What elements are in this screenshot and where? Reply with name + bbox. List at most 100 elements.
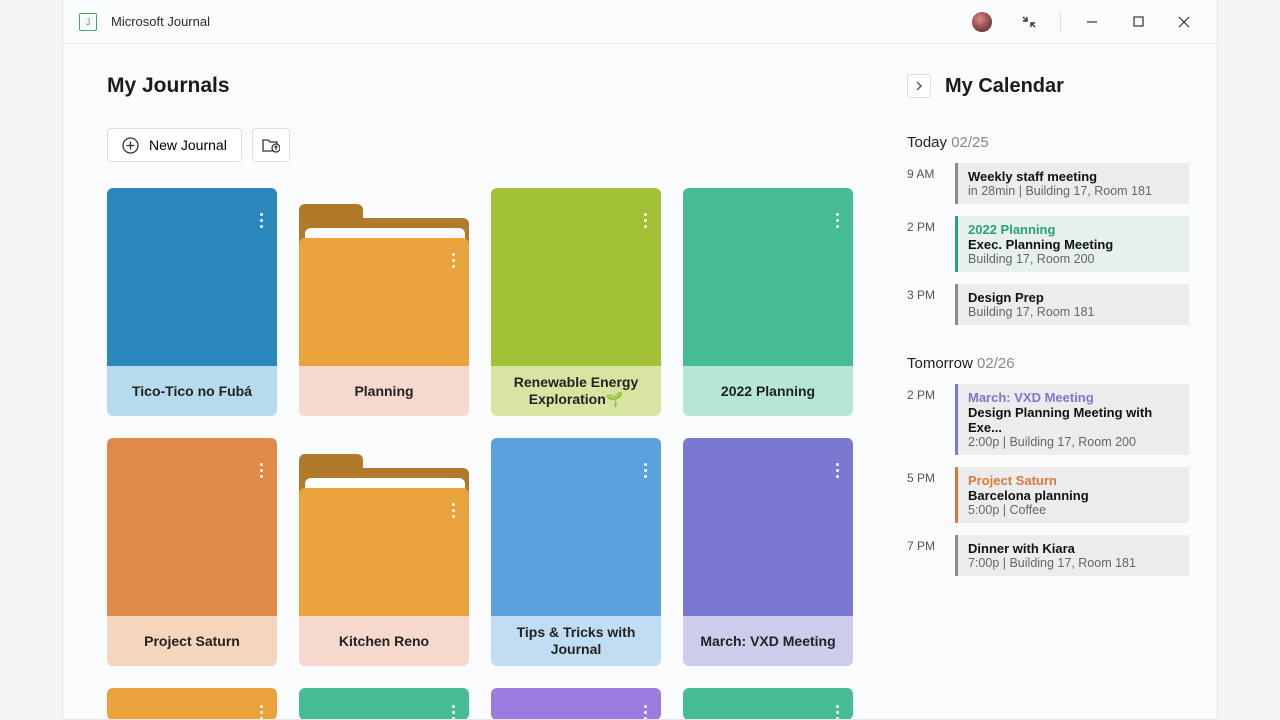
journal-card[interactable]: 2022 Planning xyxy=(683,188,853,416)
card-title: Renewable Energy Exploration🌱 xyxy=(491,366,661,416)
event-meta: 2:00p | Building 17, Room 200 xyxy=(968,435,1179,449)
card-cover xyxy=(299,688,469,719)
content-area: My Journals New Journal Tico-Tico no Fub… xyxy=(63,44,1217,719)
event-card[interactable]: Weekly staff meetingin 28min | Building … xyxy=(955,163,1189,204)
card-menu-button[interactable] xyxy=(644,702,647,719)
journal-card[interactable] xyxy=(299,688,469,719)
day-heading: Today 02/25 xyxy=(907,134,1189,151)
card-menu-button[interactable] xyxy=(452,702,455,719)
card-cover xyxy=(107,688,277,719)
app-title: Microsoft Journal xyxy=(111,14,210,29)
event-card[interactable]: Project SaturnBarcelona planning5:00p | … xyxy=(955,467,1189,523)
new-journal-button[interactable]: New Journal xyxy=(107,128,242,162)
calendar-header: My Calendar xyxy=(907,74,1189,98)
journal-card[interactable]: March: VXD Meeting xyxy=(683,438,853,666)
event-time: 5 PM xyxy=(907,467,955,523)
journal-card[interactable] xyxy=(683,688,853,719)
calendar-title: My Calendar xyxy=(945,75,1064,98)
card-menu-button[interactable] xyxy=(644,210,647,231)
event-row: 2 PMMarch: VXD MeetingDesign Planning Me… xyxy=(907,384,1189,455)
journals-panel: My Journals New Journal Tico-Tico no Fub… xyxy=(63,44,907,719)
card-menu-button[interactable] xyxy=(836,210,839,231)
event-title: Barcelona planning xyxy=(968,488,1179,503)
card-cover xyxy=(491,438,661,616)
journal-card[interactable]: Renewable Energy Exploration🌱 xyxy=(491,188,661,416)
toolbar: New Journal xyxy=(107,128,887,162)
chevron-right-icon xyxy=(916,81,923,91)
app-icon: J xyxy=(79,13,97,31)
event-title: Dinner with Kiara xyxy=(968,541,1179,556)
event-meta: in 28min | Building 17, Room 181 xyxy=(968,184,1179,198)
close-button[interactable] xyxy=(1161,7,1207,37)
maximize-button[interactable] xyxy=(1115,7,1161,37)
event-meta: 5:00p | Coffee xyxy=(968,503,1179,517)
minimize-icon xyxy=(1086,16,1098,28)
event-journal-tag: Project Saturn xyxy=(968,473,1179,488)
event-time: 7 PM xyxy=(907,535,955,576)
day-heading: Tomorrow 02/26 xyxy=(907,355,1189,372)
card-title: Tips & Tricks with Journal xyxy=(491,616,661,666)
event-row: 5 PMProject SaturnBarcelona planning5:00… xyxy=(907,467,1189,523)
card-cover xyxy=(683,438,853,616)
event-card[interactable]: March: VXD MeetingDesign Planning Meetin… xyxy=(955,384,1189,455)
folder-graphic xyxy=(299,438,469,616)
minimize-button[interactable] xyxy=(1069,7,1115,37)
maximize-icon xyxy=(1133,16,1144,27)
event-title: Design Prep xyxy=(968,290,1179,305)
journal-card[interactable]: Tico-Tico no Fubá xyxy=(107,188,277,416)
card-title: 2022 Planning xyxy=(683,366,853,416)
event-meta: Building 17, Room 181 xyxy=(968,305,1179,319)
card-menu-button[interactable] xyxy=(836,460,839,481)
event-row: 3 PMDesign PrepBuilding 17, Room 181 xyxy=(907,284,1189,325)
event-journal-tag: March: VXD Meeting xyxy=(968,390,1179,405)
card-title: Tico-Tico no Fubá xyxy=(107,366,277,416)
journal-card[interactable]: Project Saturn xyxy=(107,438,277,666)
event-card[interactable]: Dinner with Kiara7:00p | Building 17, Ro… xyxy=(955,535,1189,576)
event-time: 9 AM xyxy=(907,163,955,204)
app-window: J Microsoft Journal My Journals New Jour… xyxy=(62,0,1218,720)
journal-card[interactable]: Kitchen Reno xyxy=(299,438,469,666)
card-menu-button[interactable] xyxy=(260,460,263,481)
journal-card[interactable]: Planning xyxy=(299,188,469,416)
page-title: My Journals xyxy=(107,74,887,98)
journal-card[interactable]: Tips & Tricks with Journal xyxy=(491,438,661,666)
card-title: Kitchen Reno xyxy=(299,616,469,666)
event-title: Design Planning Meeting with Exe... xyxy=(968,405,1179,435)
titlebar: J Microsoft Journal xyxy=(63,0,1217,44)
import-button[interactable] xyxy=(252,128,290,162)
avatar[interactable] xyxy=(972,12,992,32)
card-cover xyxy=(107,188,277,366)
card-cover xyxy=(683,188,853,366)
folder-graphic xyxy=(299,188,469,366)
event-time: 3 PM xyxy=(907,284,955,325)
event-meta: Building 17, Room 200 xyxy=(968,252,1179,266)
journal-card[interactable] xyxy=(491,688,661,719)
event-meta: 7:00p | Building 17, Room 181 xyxy=(968,556,1179,570)
card-cover xyxy=(107,438,277,616)
calendar-collapse-button[interactable] xyxy=(907,74,931,98)
card-menu-button[interactable] xyxy=(260,210,263,231)
event-row: 7 PMDinner with Kiara7:00p | Building 17… xyxy=(907,535,1189,576)
event-row: 9 AMWeekly staff meetingin 28min | Build… xyxy=(907,163,1189,204)
event-time: 2 PM xyxy=(907,216,955,272)
card-menu-button[interactable] xyxy=(452,250,455,271)
event-card[interactable]: 2022 PlanningExec. Planning MeetingBuild… xyxy=(955,216,1189,272)
card-menu-button[interactable] xyxy=(644,460,647,481)
card-title: March: VXD Meeting xyxy=(683,616,853,666)
card-menu-button[interactable] xyxy=(452,500,455,521)
card-menu-button[interactable] xyxy=(260,702,263,719)
folder-import-icon xyxy=(262,137,280,153)
event-time: 2 PM xyxy=(907,384,955,455)
event-card[interactable]: Design PrepBuilding 17, Room 181 xyxy=(955,284,1189,325)
titlebar-divider xyxy=(1060,12,1061,32)
card-title: Planning xyxy=(299,366,469,416)
compact-mode-button[interactable] xyxy=(1006,7,1052,37)
card-cover xyxy=(491,188,661,366)
journal-card[interactable] xyxy=(107,688,277,719)
card-menu-button[interactable] xyxy=(836,702,839,719)
compact-icon xyxy=(1022,15,1036,29)
journals-grid: Tico-Tico no Fubá Planning Renewable Energ… xyxy=(107,188,887,719)
plus-circle-icon xyxy=(122,137,139,154)
card-cover xyxy=(683,688,853,719)
close-icon xyxy=(1178,16,1190,28)
